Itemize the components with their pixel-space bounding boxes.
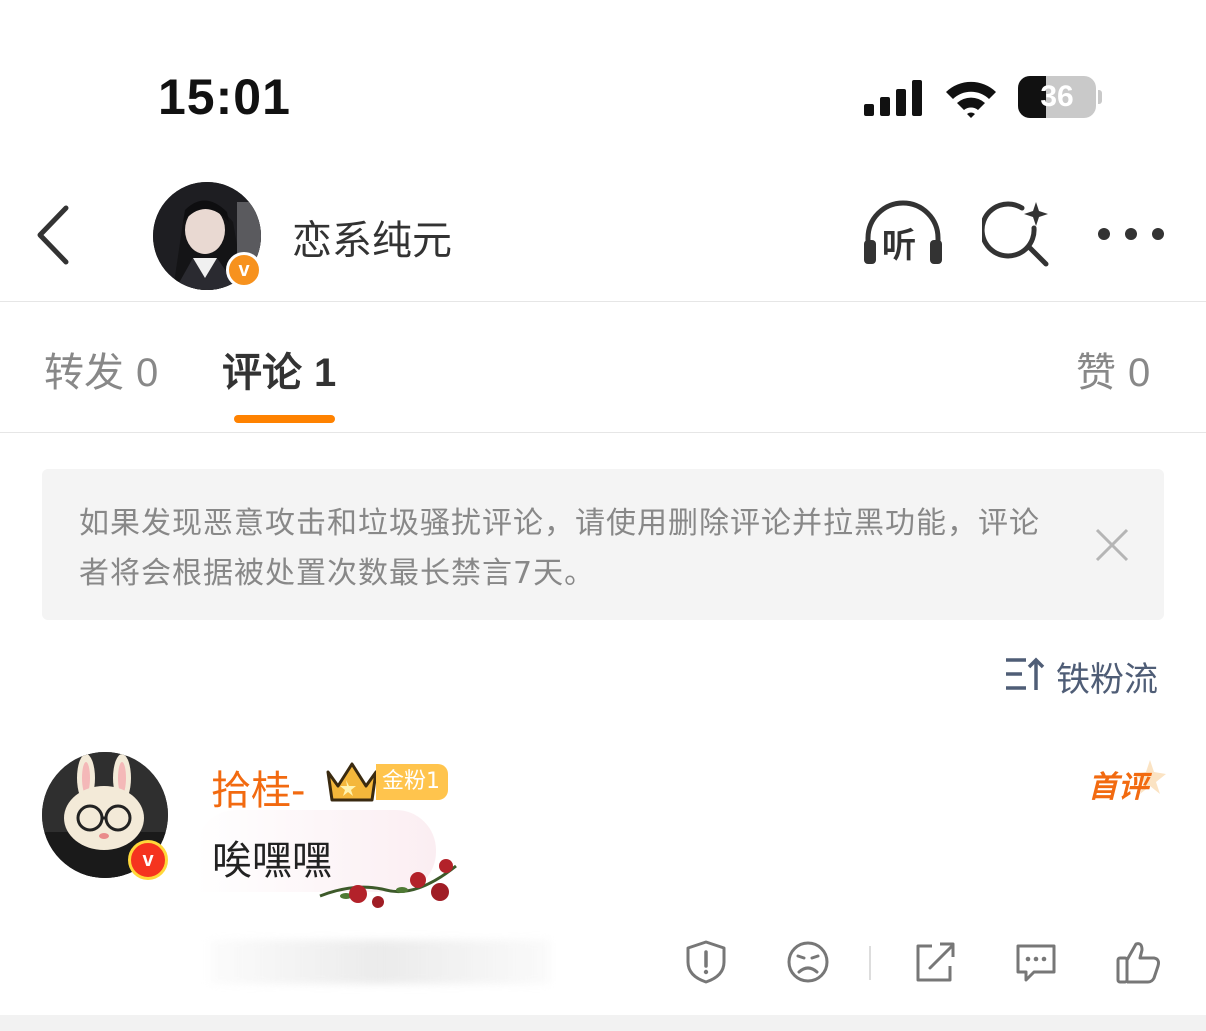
wifi-icon: [946, 81, 996, 118]
listen-label: 听: [882, 226, 916, 266]
tab-repost-label: 转发: [44, 350, 124, 396]
commenter-verified-badge: v: [128, 840, 168, 880]
first-comment-label: 首评: [1088, 770, 1148, 805]
tab-repost-count: 0: [136, 351, 159, 395]
verified-badge: v: [226, 252, 262, 288]
blurred-meta: [210, 940, 550, 984]
chevron-left-icon[interactable]: [30, 200, 80, 270]
sort-label: 铁粉流: [1056, 660, 1158, 700]
sort-toggle[interactable]: 铁粉流: [1004, 650, 1164, 700]
rose-decoration-icon: [319, 859, 457, 908]
share-icon[interactable]: [910, 938, 958, 986]
action-divider: [869, 946, 871, 980]
tab-like[interactable]: 赞0: [1076, 340, 1150, 398]
status-time: 15:01: [158, 69, 291, 125]
comment-item: v 拾桂- 金粉1 首评 唉嘿嘿: [0, 740, 1206, 1015]
tab-comment-label: 评论: [222, 350, 302, 396]
thumbs-up-icon[interactable]: [1114, 938, 1162, 986]
battery-level: 36: [1040, 80, 1074, 113]
crown-icon: [326, 762, 378, 802]
nav-bar: v 恋系纯元 听: [0, 170, 1206, 302]
active-tab-indicator: [234, 415, 335, 423]
commenter-username[interactable]: 拾桂-: [211, 758, 305, 816]
sort-icon: [1006, 657, 1045, 690]
tab-like-count: 0: [1128, 351, 1151, 395]
battery-icon: 36: [1018, 76, 1102, 120]
report-shield-icon[interactable]: [682, 938, 730, 986]
nav-title: 恋系纯元: [292, 218, 452, 264]
tab-repost[interactable]: 转发 0: [44, 340, 158, 398]
tab-like-label: 赞: [1076, 350, 1116, 396]
close-icon[interactable]: [1094, 527, 1130, 563]
tab-bar: 转发 0 评论 1 赞0: [0, 302, 1206, 433]
fan-level-badge: 金粉1: [376, 764, 448, 800]
comment-text: 唉嘿嘿: [212, 838, 332, 884]
ai-search-icon[interactable]: [982, 200, 1052, 270]
moderation-notice: 如果发现恶意攻击和垃圾骚扰评论，请使用删除评论并拉黑功能，评论者将会根据被处置次…: [42, 469, 1164, 620]
notice-text: 如果发现恶意攻击和垃圾骚扰评论，请使用删除评论并拉黑功能，评论者将会根据被处置次…: [79, 506, 1040, 591]
reply-bubble-icon[interactable]: [1012, 938, 1060, 986]
tab-comment[interactable]: 评论 1: [222, 340, 336, 398]
headphones-icon[interactable]: 听: [860, 200, 946, 266]
cellular-signal-icon: [864, 80, 922, 116]
status-bar: 15:01 36: [0, 0, 1206, 160]
more-dots-icon[interactable]: [1096, 222, 1166, 246]
tab-comment-count: 1: [314, 351, 337, 395]
first-comment-badge: 首评: [1086, 758, 1166, 808]
sad-face-icon[interactable]: [784, 938, 832, 986]
bottom-divider: [0, 1015, 1206, 1031]
